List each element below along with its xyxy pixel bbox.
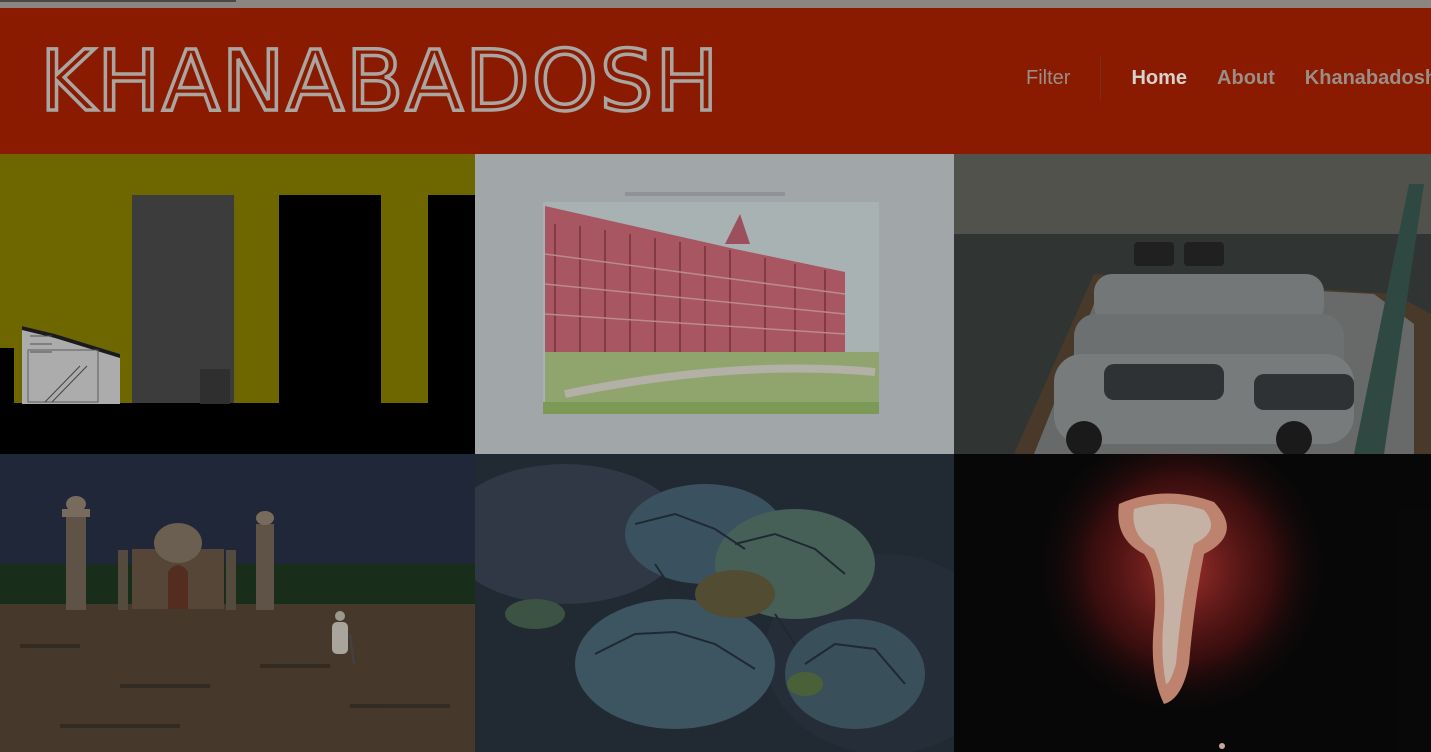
nav-item-about[interactable]: About bbox=[1217, 67, 1275, 90]
building-sketch-image bbox=[475, 154, 954, 454]
main-nav: Filter Home About Khanabadosh bbox=[1026, 56, 1431, 100]
taj-mahal-replica-image bbox=[0, 454, 475, 752]
svg-text:KHANABADOSH: KHANABADOSH bbox=[40, 36, 720, 122]
thumbnail-taj-mahal-replica[interactable] bbox=[0, 454, 475, 752]
cars-on-boat-image bbox=[954, 154, 1431, 454]
site-header: KHANABADOSH Filter Home About Khanabados… bbox=[0, 8, 1431, 154]
thumbnail-cars-on-boat[interactable] bbox=[954, 154, 1431, 454]
thumbnail-tortoises[interactable] bbox=[475, 454, 954, 752]
nav-item-home[interactable]: Home bbox=[1131, 67, 1187, 90]
thumbnail-grid bbox=[0, 154, 1431, 752]
thumbnail-architectural-section[interactable] bbox=[0, 154, 475, 454]
filter-button[interactable]: Filter bbox=[1026, 67, 1070, 90]
browser-top-strip bbox=[0, 0, 1431, 8]
thumbnail-red-light-trail[interactable] bbox=[954, 454, 1431, 752]
site-logo[interactable]: KHANABADOSH bbox=[40, 36, 760, 122]
thumbnail-building-sketch[interactable] bbox=[475, 154, 954, 454]
nav-divider bbox=[1100, 56, 1102, 100]
nav-item-khanabadosh[interactable]: Khanabadosh bbox=[1305, 67, 1431, 90]
architectural-section-image bbox=[0, 154, 475, 454]
tortoises-image bbox=[475, 454, 954, 752]
tab-indicator bbox=[0, 0, 236, 2]
red-light-trail-image bbox=[954, 454, 1431, 752]
